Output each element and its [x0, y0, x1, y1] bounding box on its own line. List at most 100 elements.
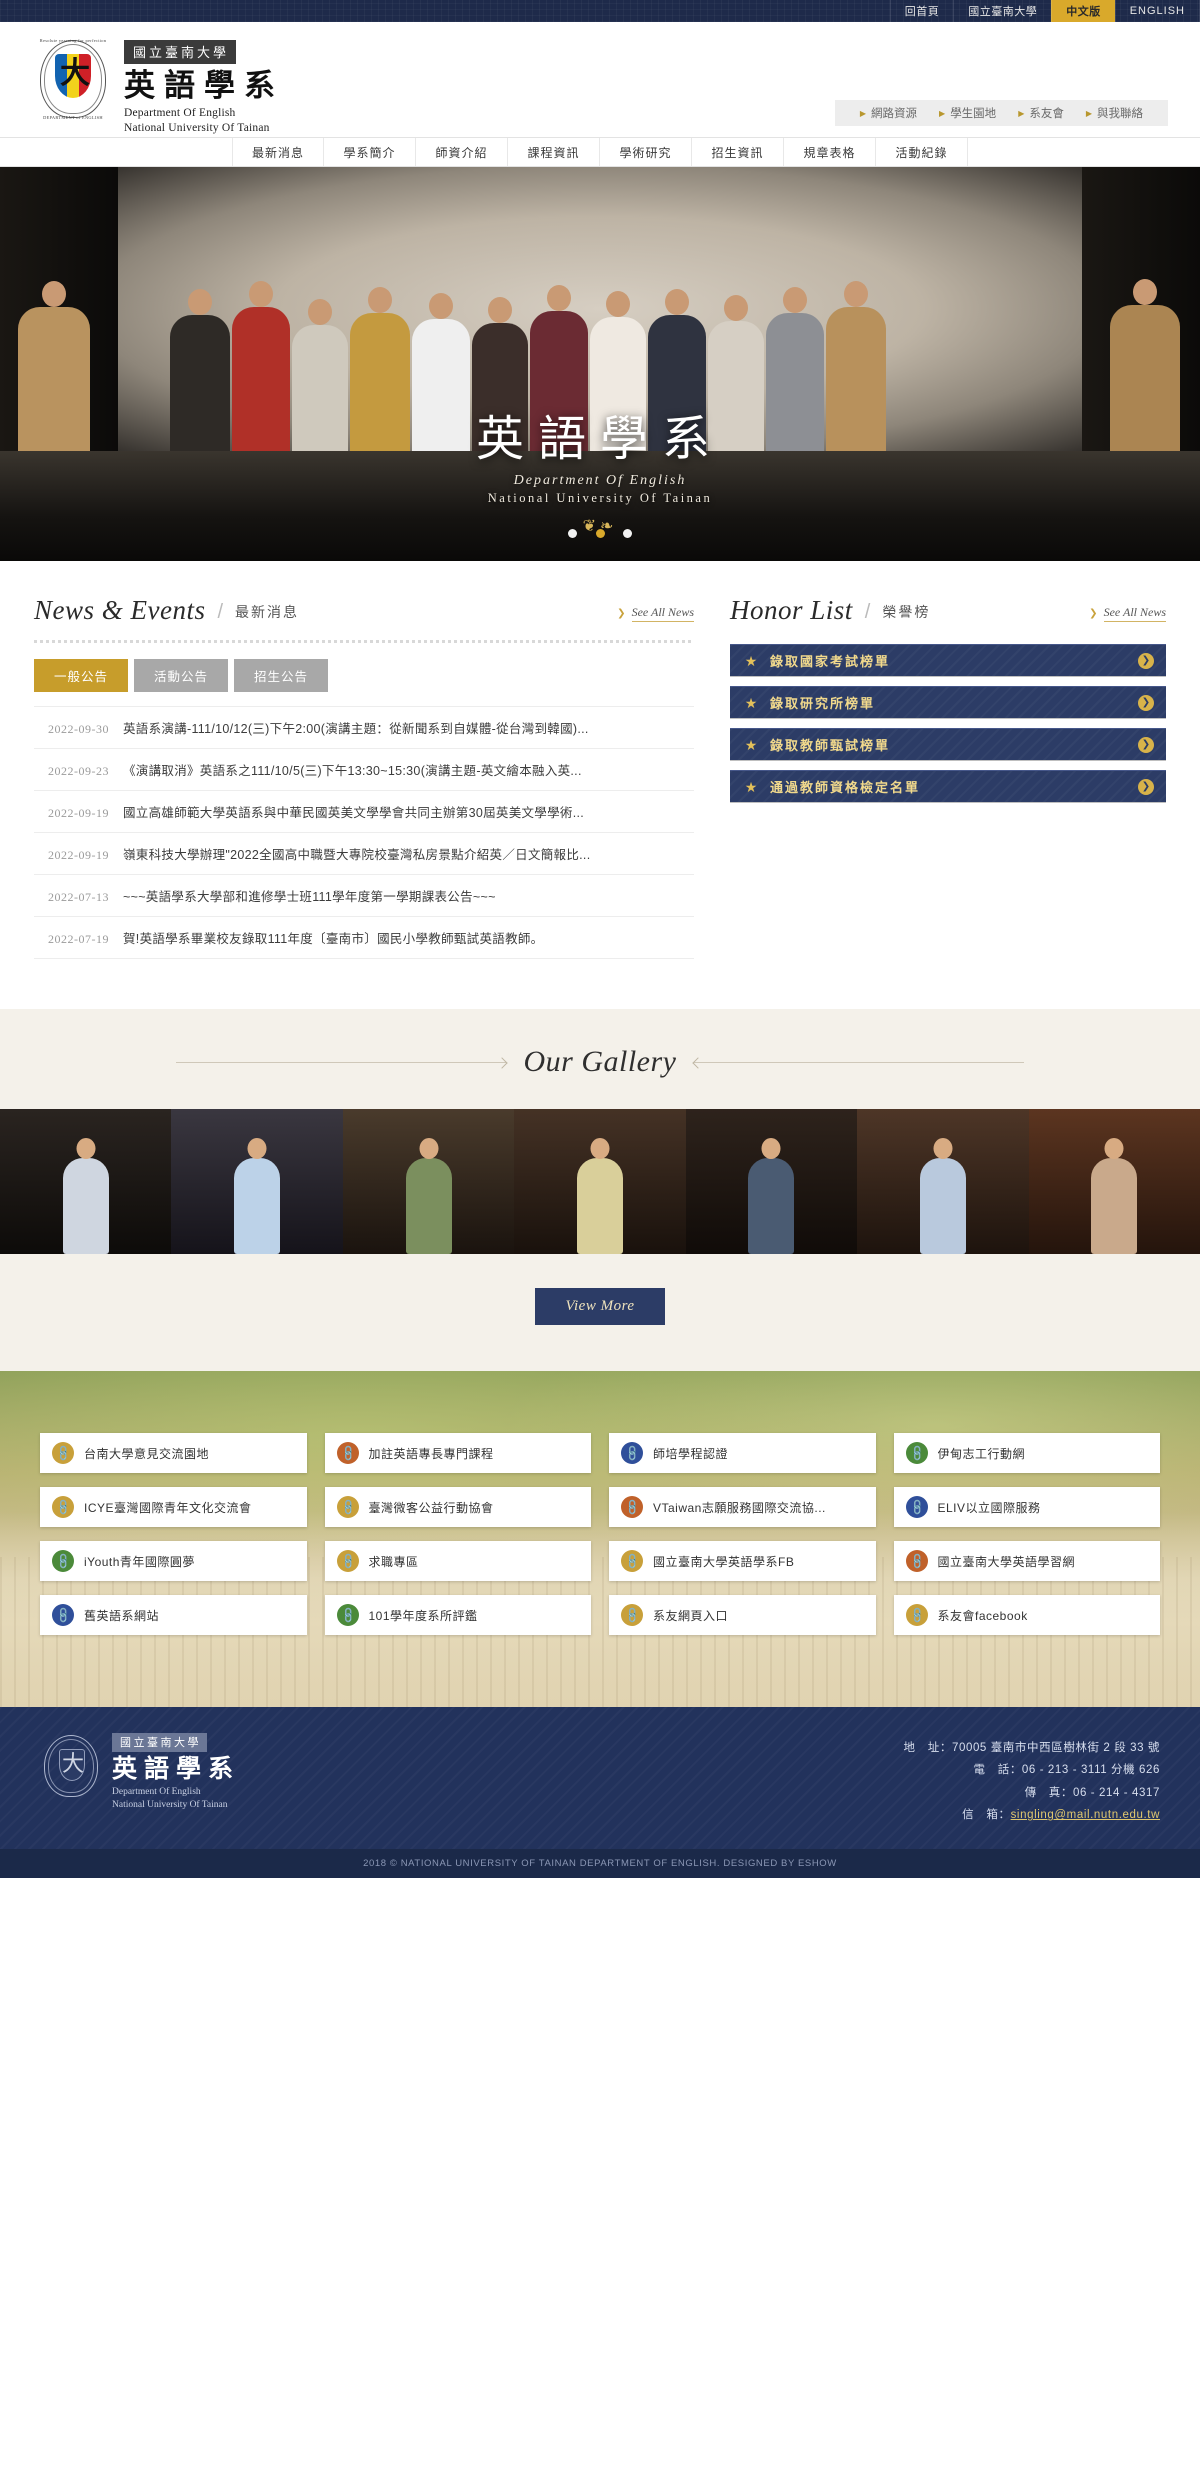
nav-item-regulations[interactable]: 規章表格: [784, 138, 876, 166]
subnav-item-contact[interactable]: ▶ 與我聯絡: [1075, 105, 1154, 121]
footer-email-link[interactable]: singling@mail.nutn.edu.tw: [1011, 1809, 1160, 1821]
honor-item-national-exam[interactable]: ★ 錄取國家考試榜單 ❯: [730, 644, 1166, 676]
news-see-all-link[interactable]: ❯ See All News: [617, 605, 694, 626]
news-item-date: 2022-07-13: [48, 890, 109, 904]
nav-item-admissions[interactable]: 招生資訊: [692, 138, 784, 166]
news-item-date: 2022-09-23: [48, 764, 109, 778]
link-icon: 🔗: [900, 1437, 933, 1469]
subnav-item-web-resources[interactable]: ▶ 網路資源: [849, 105, 928, 121]
quick-link-card[interactable]: 🔗 求職專區: [324, 1541, 591, 1581]
quick-link-card[interactable]: 🔗 ICYE臺灣國際青年文化交流會: [40, 1487, 307, 1527]
gallery-photo[interactable]: [685, 1109, 858, 1254]
quick-link-card[interactable]: 🔗 加註英語專長專門課程: [324, 1433, 591, 1473]
quick-link-card[interactable]: 🔗 伊甸志工行動網: [893, 1433, 1160, 1473]
news-item[interactable]: 2022-09-19 國立高雄師範大學英語系與中華民國英美文學學會共同主辦第30…: [34, 791, 694, 833]
honor-item-teacher-certification[interactable]: ★ 通過教師資格檢定名單 ❯: [730, 770, 1166, 802]
news-item[interactable]: 2022-07-19 賀!英語學系畢業校友錄取111年度〔臺南市〕國民小學教師甄…: [34, 917, 694, 959]
gallery-photo[interactable]: [342, 1109, 515, 1254]
footer-logo[interactable]: 大 國立臺南大學 英語學系 Department Of English Nati…: [40, 1733, 240, 1812]
news-tab-events[interactable]: 活動公告: [134, 659, 229, 692]
nav-item-courses[interactable]: 課程資訊: [508, 138, 600, 166]
honor-item-teacher-exam[interactable]: ★ 錄取教師甄試榜單 ❯: [730, 728, 1166, 760]
footer-university-name: 國立臺南大學: [112, 1733, 207, 1752]
subnav-label: 網路資源: [871, 108, 918, 120]
quick-link-card[interactable]: 🔗 台南大學意見交流園地: [40, 1433, 307, 1473]
quick-link-label: 系友會facebook: [937, 1608, 1028, 1623]
topbar-link-chinese[interactable]: 中文版: [1051, 0, 1115, 22]
honor-section: Honor List / 榮譽榜 ❯ See All News ★ 錄取國家考試…: [730, 595, 1166, 959]
quick-link-card[interactable]: 🔗 ELIV以立國際服務: [893, 1487, 1160, 1527]
quick-link-card[interactable]: 🔗 國立臺南大學英語學習網: [893, 1541, 1160, 1581]
chevron-right-icon: ❯: [617, 608, 626, 619]
news-item-date: 2022-07-19: [48, 932, 109, 946]
quick-link-card[interactable]: 🔗 iYouth青年國際圓夢: [40, 1541, 307, 1581]
quick-link-card[interactable]: 🔗 國立臺南大學英語學系FB: [609, 1541, 876, 1581]
logo-department-name: 英語學系: [124, 68, 284, 103]
news-item[interactable]: 2022-07-13 ~~~英語學系大學部和進修學士班111學年度第一學期課表公…: [34, 875, 694, 917]
crest-monogram: 大: [60, 57, 90, 90]
hero-dot-3[interactable]: [622, 529, 632, 538]
hero-title-chinese: 英語學系: [475, 413, 724, 466]
footer-address-label: 地 址：: [903, 1742, 952, 1754]
gallery-photo[interactable]: [171, 1109, 343, 1254]
news-item[interactable]: 2022-09-30 英語系演講-111/10/12(三)下午2:00(演講主題…: [34, 706, 694, 749]
news-item[interactable]: 2022-09-23 《演講取消》英語系之111/10/5(三)下午13:30~…: [34, 749, 694, 791]
gallery-photo[interactable]: [857, 1109, 1029, 1254]
topbar-link-english[interactable]: ENGLISH: [1114, 0, 1200, 22]
site-logo[interactable]: 大 Resolute yearning for perfection DEPAR…: [34, 36, 284, 137]
honor-item-label: 錄取教師甄試榜單: [770, 738, 891, 753]
quick-link-label: 系友網頁入口: [653, 1608, 729, 1623]
news-title-chinese: 最新消息: [235, 604, 300, 620]
topbar-link-university[interactable]: 國立臺南大學: [953, 0, 1051, 22]
arrow-circle-right-icon: ❯: [1138, 778, 1154, 795]
news-item-title: ~~~英語學系大學部和進修學士班111學年度第一學期課表公告~~~: [123, 890, 496, 904]
subnav-label: 學生園地: [950, 108, 997, 120]
main-navigation: 最新消息 學系簡介 師資介紹 課程資訊 學術研究 招生資訊 規章表格 活動紀錄: [0, 137, 1200, 167]
news-item-title: 嶺東科技大學辦理"2022全國高中職暨大專院校臺灣私房景點介紹英／日文簡報比..…: [123, 848, 591, 862]
link-icon: 🔗: [331, 1491, 364, 1523]
top-utility-bar: 回首頁 國立臺南大學 中文版 ENGLISH: [0, 0, 1200, 22]
gallery-photo[interactable]: [514, 1109, 686, 1254]
news-tab-general[interactable]: 一般公告: [34, 659, 129, 692]
quick-link-card[interactable]: 🔗 VTaiwan志願服務國際交流協...: [609, 1487, 876, 1527]
quick-link-card[interactable]: 🔗 系友網頁入口: [609, 1595, 876, 1635]
news-title-divider: /: [217, 601, 224, 623]
hero-dot-2[interactable]: [595, 529, 605, 538]
quick-link-card[interactable]: 🔗 101學年度系所評鑑: [324, 1595, 591, 1635]
subnav-item-student-zone[interactable]: ▶ 學生園地: [928, 105, 1007, 121]
quick-link-label: 101學年度系所評鑑: [368, 1608, 478, 1623]
honor-item-graduate-school[interactable]: ★ 錄取研究所榜單 ❯: [730, 686, 1166, 718]
news-item-title: 《演講取消》英語系之111/10/5(三)下午13:30~15:30(演講主題-…: [123, 764, 582, 778]
honor-title-divider: /: [864, 601, 871, 623]
honor-list: ★ 錄取國家考試榜單 ❯ ★ 錄取研究所榜單 ❯ ★ 錄取教師甄試榜單 ❯ ★ …: [730, 644, 1166, 802]
quick-link-card[interactable]: 🔗 師培學程認證: [609, 1433, 876, 1473]
quick-link-card[interactable]: 🔗 臺灣微客公益行動協會: [324, 1487, 591, 1527]
honor-see-all-link[interactable]: ❯ See All News: [1089, 605, 1166, 626]
quick-link-card[interactable]: 🔗 系友會facebook: [893, 1595, 1160, 1635]
gallery-title: Our Gallery: [523, 1045, 677, 1078]
hero-title-block: 英語學系 Department Of English National Univ…: [0, 399, 1200, 536]
link-icon: 🔗: [616, 1599, 648, 1631]
hero-dot-1[interactable]: [568, 529, 578, 538]
nav-item-research[interactable]: 學術研究: [600, 138, 692, 166]
arrow-circle-right-icon: ❯: [1138, 652, 1154, 669]
nav-item-about[interactable]: 學系簡介: [324, 138, 416, 166]
quick-link-card[interactable]: 🔗 舊英語系網站: [40, 1595, 307, 1635]
nav-item-faculty[interactable]: 師資介紹: [416, 138, 508, 166]
view-more-button[interactable]: View More: [535, 1288, 665, 1325]
topbar-link-home[interactable]: 回首頁: [889, 0, 954, 22]
university-crest-icon: 大 Resolute yearning for perfection DEPAR…: [34, 36, 112, 122]
news-item-title: 賀!英語學系畢業校友錄取111年度〔臺南市〕國民小學教師甄試英語教師。: [123, 932, 544, 946]
link-icon: 🔗: [616, 1545, 648, 1577]
nav-item-activities[interactable]: 活動紀錄: [876, 138, 968, 166]
link-icon: 🔗: [900, 1491, 933, 1523]
gallery-header: Our Gallery: [0, 1045, 1200, 1079]
logo-university-name: 國立臺南大學: [124, 40, 237, 64]
news-tab-admissions[interactable]: 招生公告: [234, 659, 329, 692]
gallery-photo[interactable]: [1028, 1109, 1200, 1254]
subnav-item-alumni[interactable]: ▶ 系友會: [1007, 105, 1075, 121]
news-item[interactable]: 2022-09-19 嶺東科技大學辦理"2022全國高中職暨大專院校臺灣私房景點…: [34, 833, 694, 875]
nav-item-news[interactable]: 最新消息: [232, 138, 324, 166]
gallery-photo[interactable]: [0, 1109, 172, 1254]
news-item-title: 英語系演講-111/10/12(三)下午2:00(演講主題：從新聞系到自媒體-從…: [123, 722, 589, 736]
